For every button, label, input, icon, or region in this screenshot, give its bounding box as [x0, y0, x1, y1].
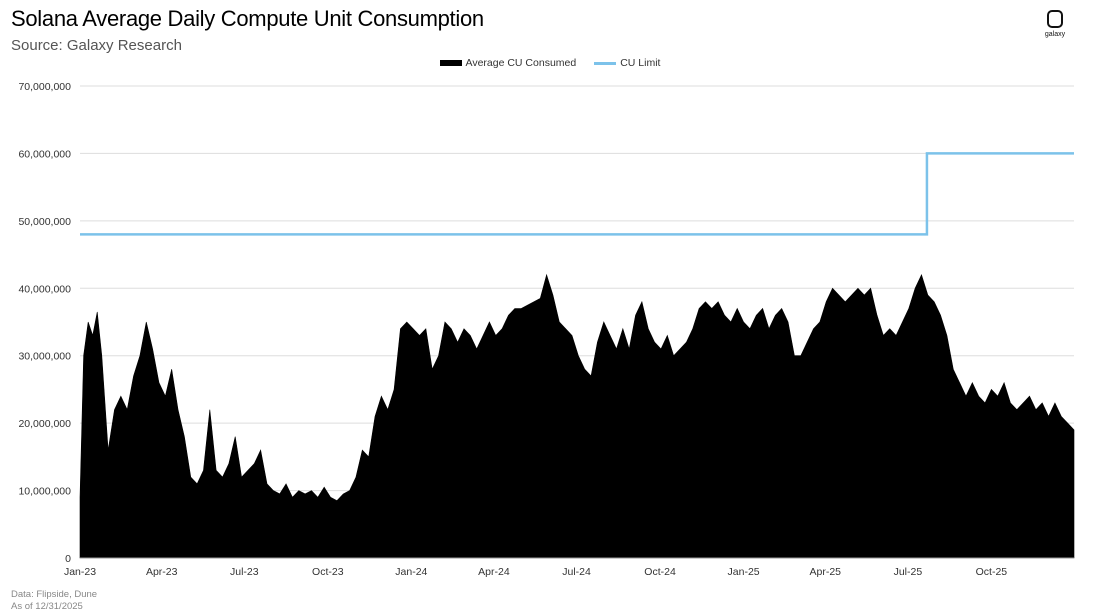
data-source-note: Data: Flipside, Dune — [11, 589, 98, 600]
y-tick-label: 10,000,000 — [18, 486, 71, 498]
x-tick-label: Oct-23 — [312, 566, 344, 578]
x-tick-label: Apr-24 — [478, 566, 510, 578]
x-tick-label: Apr-23 — [146, 566, 178, 578]
x-tick-label: Jul-25 — [894, 566, 923, 578]
y-tick-label: 70,000,000 — [18, 81, 71, 93]
limit-line — [80, 152, 1074, 236]
chart-plot: 0 10,000,000 20,000,000 30,000,000 40,000,00… — [18, 81, 1075, 578]
y-tick-label: 20,000,000 — [18, 418, 71, 430]
y-tick-label: 40,000,000 — [18, 283, 71, 295]
x-tick-label: Jan-23 — [64, 566, 96, 578]
x-tick-label: Jan-25 — [728, 566, 760, 578]
y-tick-label: 0 — [65, 553, 71, 565]
x-tick-label: Jan-24 — [395, 566, 427, 578]
x-tick-label: Jul-23 — [230, 566, 259, 578]
y-tick-label: 60,000,000 — [18, 148, 71, 160]
x-tick-label: Jul-24 — [562, 566, 591, 578]
x-tick-label: Apr-25 — [810, 566, 842, 578]
x-tick-label: Oct-25 — [976, 566, 1008, 578]
x-tick-label: Oct-24 — [644, 566, 676, 578]
consumed-area — [79, 273, 1075, 559]
as-of-note: As of 12/31/2025 — [11, 601, 83, 612]
consumed-area-layer — [79, 273, 1075, 559]
limit-line-layer — [80, 152, 1074, 236]
y-tick-label: 50,000,000 — [18, 216, 71, 228]
y-tick-label: 30,000,000 — [18, 351, 71, 363]
